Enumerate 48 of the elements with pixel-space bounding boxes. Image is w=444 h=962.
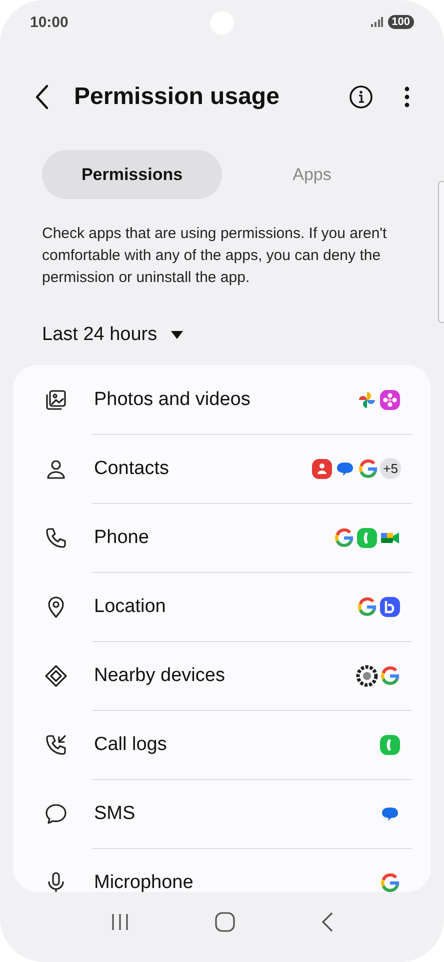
page-title: Permission usage — [74, 83, 280, 111]
permission-item[interactable]: SMS — [13, 779, 431, 848]
phone-app-icon — [379, 734, 401, 756]
back-icon[interactable] — [34, 84, 50, 110]
google-icon — [356, 596, 378, 618]
back-nav-icon[interactable] — [320, 911, 334, 933]
diamond-icon — [44, 664, 68, 688]
flower-icon — [379, 388, 401, 410]
permission-item[interactable]: Microphone — [13, 848, 431, 892]
tab[interactable]: Permissions — [42, 150, 222, 199]
bixby-icon — [379, 596, 401, 618]
permission-label: Contacts — [94, 458, 170, 480]
permission-item[interactable]: Photos and videos — [13, 365, 431, 434]
google-icon — [379, 872, 401, 892]
signal-icon — [370, 17, 383, 27]
phone-icon — [44, 526, 68, 550]
google-icon — [357, 458, 380, 480]
photos-icon — [44, 388, 68, 412]
permission-item[interactable]: Phone — [13, 503, 431, 572]
permission-label: Nearby devices — [94, 664, 226, 686]
battery-indicator: 100 — [388, 15, 414, 29]
permission-item[interactable]: Call logs — [13, 710, 431, 779]
permission-label: Photos and videos — [94, 388, 252, 410]
permission-label: Call logs — [94, 734, 168, 756]
permission-label: Phone — [94, 526, 150, 548]
more-apps-count: +5 — [380, 458, 401, 479]
permission-item[interactable]: Location — [13, 572, 431, 641]
contacts-app-icon — [311, 458, 334, 480]
permission-label: Microphone — [94, 872, 194, 892]
time-period-dropdown[interactable]: Last 24 hours — [42, 324, 184, 346]
call-log-icon — [44, 732, 68, 756]
google-icon — [333, 526, 355, 548]
permission-item[interactable]: Nearby devices — [13, 641, 431, 710]
google-icon — [379, 664, 401, 686]
description-text: Check apps that are using permissions. If you aren't comfortable with any of the apps, you can deny the permission or uninstall the app. — [42, 224, 388, 288]
phone-app-icon — [356, 526, 378, 548]
more-options-icon[interactable] — [404, 86, 410, 108]
info-icon[interactable] — [349, 85, 373, 109]
permission-item[interactable]: Contacts +5 — [13, 434, 431, 503]
gear-icon — [356, 664, 378, 686]
permission-label: Location — [94, 596, 167, 618]
chat-bubble-icon — [44, 802, 68, 826]
edge-panel-handle[interactable] — [438, 181, 444, 323]
dropdown-caret-icon — [171, 331, 184, 339]
recent-apps-icon[interactable] — [110, 912, 130, 932]
permission-label: SMS — [94, 802, 136, 824]
home-icon[interactable] — [214, 911, 236, 933]
status-time: 10:00 — [30, 14, 68, 30]
